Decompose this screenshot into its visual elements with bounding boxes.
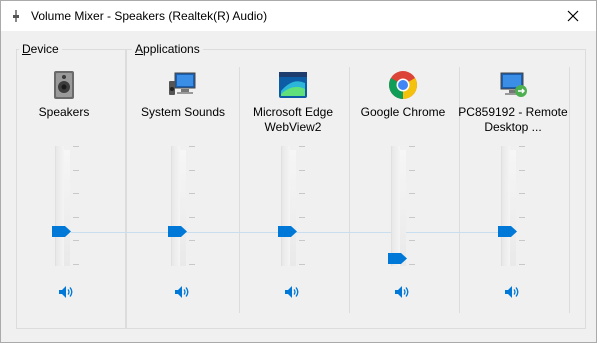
channel-name: Speakers [38,105,90,119]
close-button[interactable] [550,1,596,31]
slider-tick [299,217,305,218]
slider-rail [55,146,64,266]
volume-slider-thumb[interactable] [168,226,188,237]
volume-slider-track[interactable] [55,146,71,266]
slider-tick [189,170,195,171]
mute-button-speaker-icon[interactable] [174,285,190,299]
slider-ticks [519,146,527,266]
volume-slider-thumb[interactable] [52,226,72,237]
slider-tick [409,217,415,218]
slider-rail [281,146,290,266]
edge-webview-icon [279,72,307,98]
title-bar: Volume Mixer - Speakers (Realtek(R) Audi… [1,1,596,31]
chrome-icon [389,71,417,99]
volume-slider-track[interactable] [501,146,517,266]
slider-tick [73,264,79,265]
system-sounds-icon [169,72,196,95]
volume-slider-thumb[interactable] [498,226,518,237]
mute-button-speaker-icon[interactable] [284,285,300,299]
slider-rail [171,146,180,266]
slider-rail [391,146,400,266]
peak-meter [180,150,186,266]
channel-name: System Sounds [140,105,226,119]
slider-tick [189,146,195,147]
slider-tick [299,170,305,171]
device-group-label: Device [19,42,62,56]
volume-mixer-app-icon [13,10,19,22]
slider-ticks [299,146,307,266]
slider-ticks [409,146,417,266]
applications-group-label: Applications [132,42,203,56]
slider-tick [189,217,195,218]
channel-name: Google Chrome [360,105,446,119]
slider-tick [73,170,79,171]
volume-mixer-window: Volume Mixer - Speakers (Realtek(R) Audi… [0,0,597,343]
slider-tick [409,264,415,265]
slider-tick [409,170,415,171]
slider-tick [409,240,415,241]
slider-tick [519,264,525,265]
channel-name: Microsoft Edge WebView2 [252,105,334,134]
slider-tick [73,146,79,147]
slider-tick [409,193,415,194]
slider-tick [409,146,415,147]
remote-desktop-icon [500,72,527,97]
close-icon [567,10,579,22]
speaker-icon [54,71,74,99]
volume-slider-track[interactable] [171,146,187,266]
slider-tick [299,240,305,241]
volume-slider-thumb[interactable] [388,253,408,264]
volume-slider-thumb[interactable] [278,226,298,237]
slider-rail [501,146,510,266]
slider-tick [519,146,525,147]
channel-separator [569,67,570,313]
channel-name: PC859192 - Remote Desktop ... [458,105,568,134]
slider-tick [73,240,79,241]
slider-tick [519,170,525,171]
mute-button-speaker-icon[interactable] [394,285,410,299]
volume-slider-track[interactable] [281,146,297,266]
slider-tick [189,193,195,194]
volume-slider-track[interactable] [391,146,407,266]
slider-ticks [189,146,197,266]
peak-meter [510,150,516,266]
slider-tick [299,146,305,147]
slider-tick [519,217,525,218]
peak-meter [290,150,296,266]
mute-button-speaker-icon[interactable] [58,285,74,299]
peak-meter [64,150,70,266]
slider-tick [519,240,525,241]
peak-meter [400,150,406,266]
slider-tick [73,217,79,218]
slider-tick [189,240,195,241]
window-title: Volume Mixer - Speakers (Realtek(R) Audi… [31,9,268,23]
slider-tick [299,193,305,194]
slider-tick [73,193,79,194]
slider-ticks [73,146,81,266]
mute-button-speaker-icon[interactable] [504,285,520,299]
slider-tick [189,264,195,265]
slider-tick [519,193,525,194]
slider-tick [299,264,305,265]
